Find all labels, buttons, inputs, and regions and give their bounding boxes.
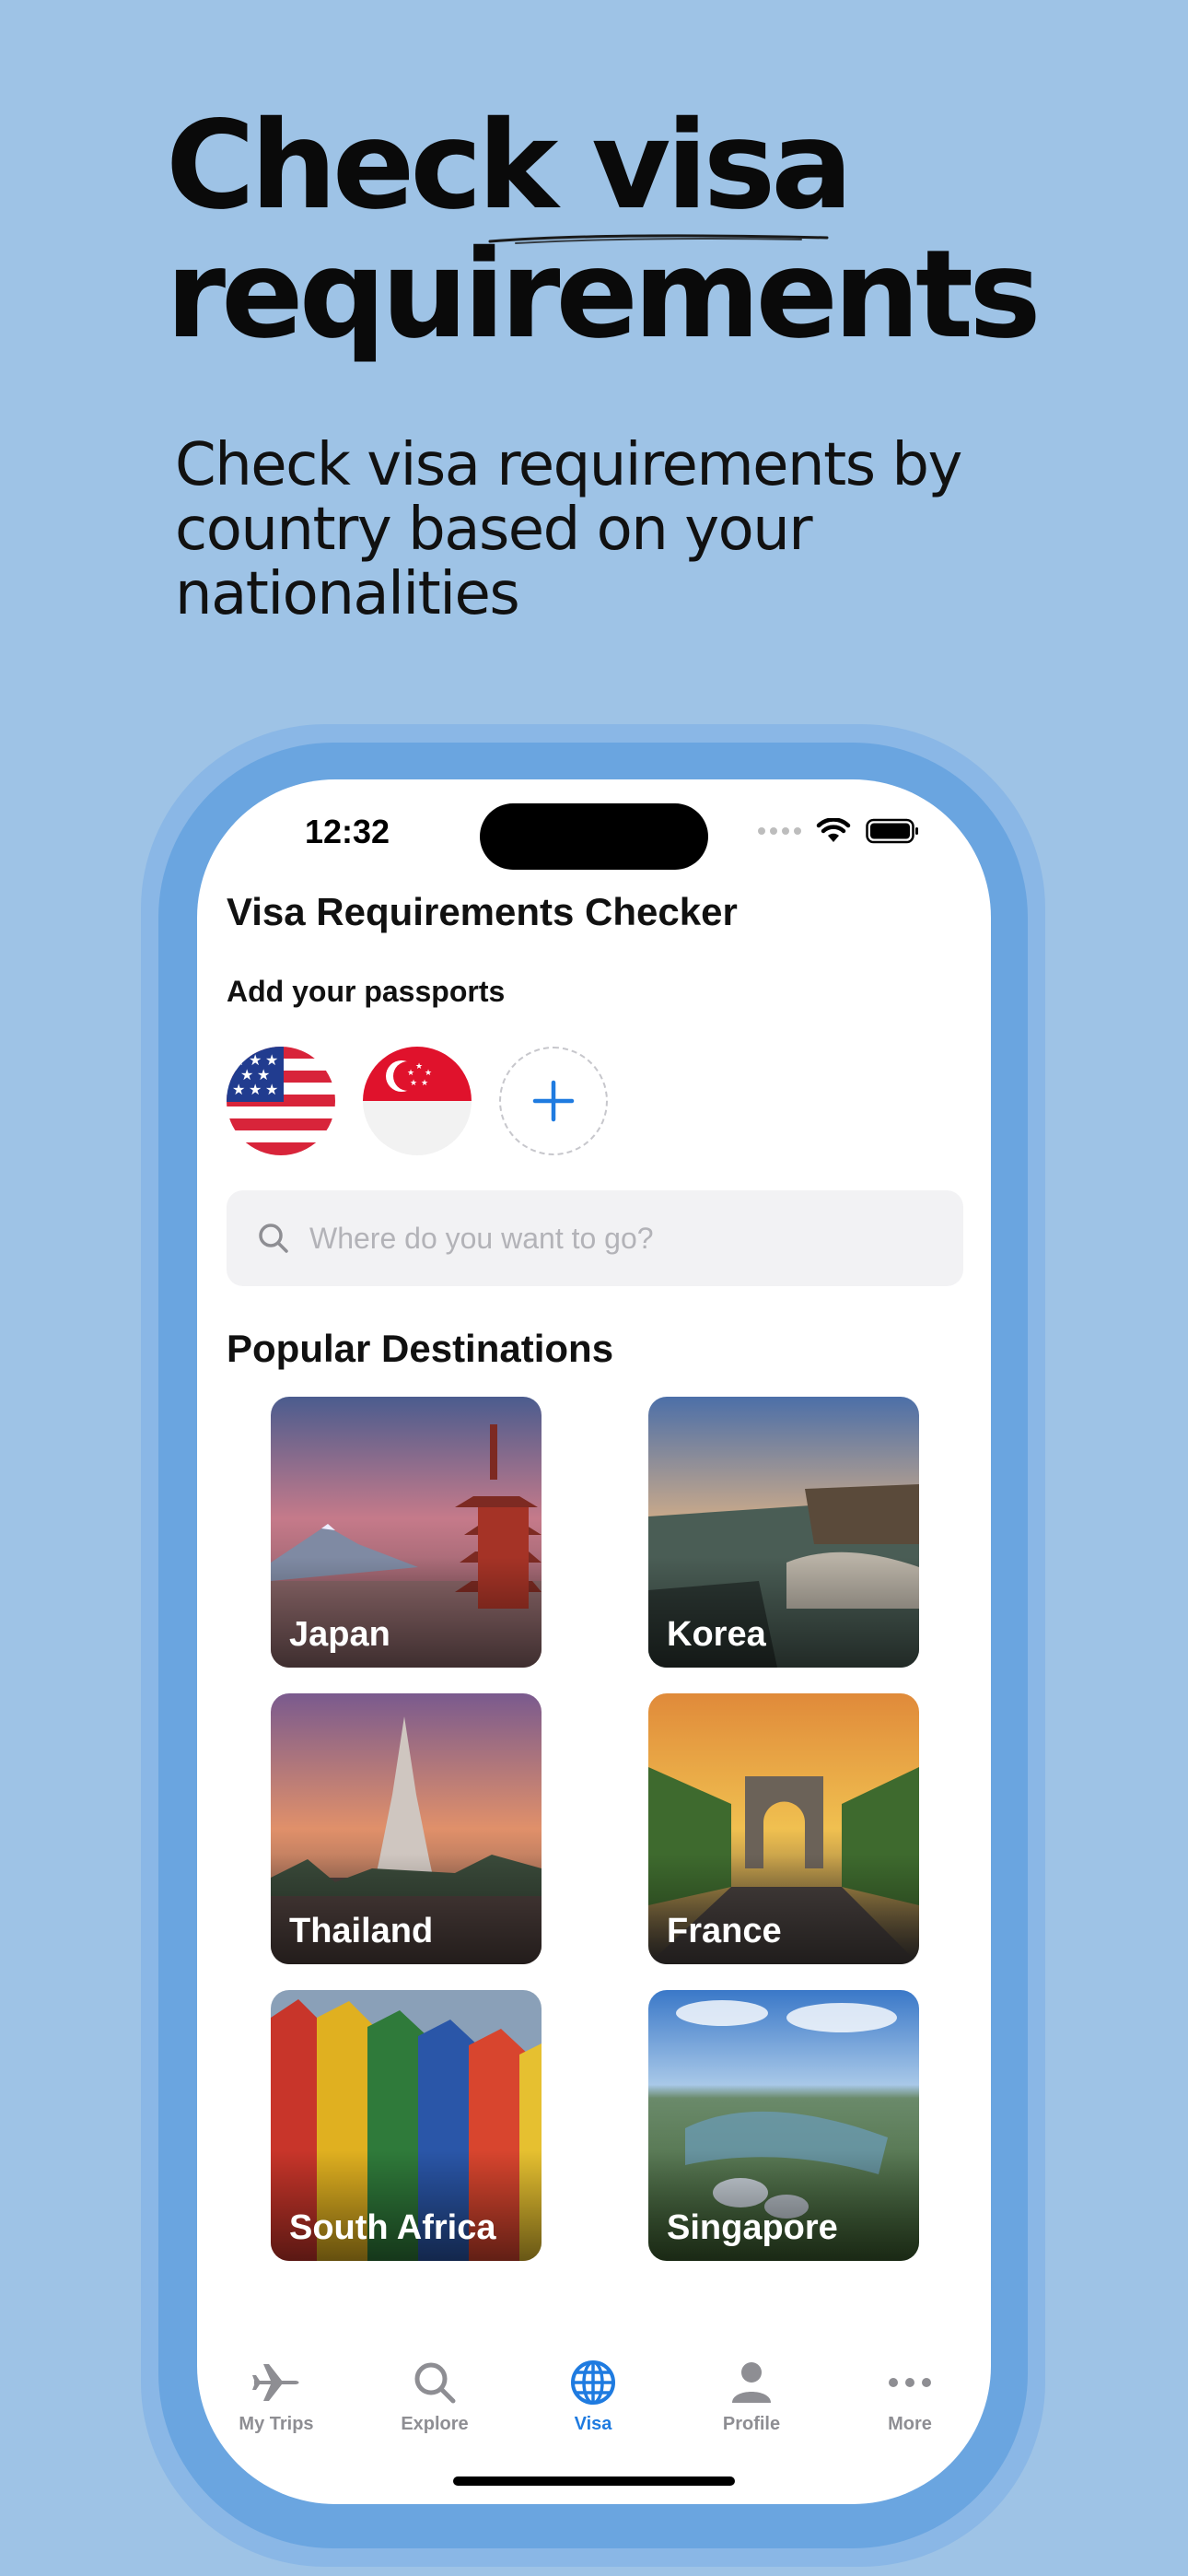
hero-title-line1: Check visa xyxy=(166,95,853,237)
destination-label: Thailand xyxy=(289,1912,434,1950)
search-icon xyxy=(259,1224,288,1253)
home-indicator xyxy=(453,2476,735,2486)
tab-bar: My Trips Explore Visa Profile More xyxy=(197,2357,991,2458)
wifi-icon xyxy=(816,818,851,842)
us-flag-icon: ★ ★ ★ ★ ★ ★ ★ ★ xyxy=(227,1047,335,1155)
singapore-flag-icon: ★★★ ★★ xyxy=(363,1047,472,1155)
airplane-icon xyxy=(252,2364,299,2401)
svg-text:★: ★ xyxy=(410,1079,417,1088)
destination-label: France xyxy=(667,1912,782,1950)
tab-label: Explore xyxy=(401,2414,469,2434)
passport-singapore[interactable]: ★ ★ ★ ★ ★ xyxy=(363,1047,472,1155)
search-icon xyxy=(414,2362,456,2404)
globe-icon xyxy=(571,2360,615,2405)
tab-my-trips[interactable]: My Trips xyxy=(197,2357,355,2435)
destination-card-france[interactable]: France xyxy=(648,1693,919,1964)
svg-text:★: ★ xyxy=(425,1069,432,1078)
destination-card-japan[interactable]: Japan xyxy=(271,1397,542,1668)
svg-text:★: ★ xyxy=(407,1069,414,1078)
app-title: Visa Requirements Checker xyxy=(227,890,738,933)
battery-icon xyxy=(866,818,918,844)
svg-text:★: ★ xyxy=(265,1081,278,1098)
person-icon xyxy=(732,2362,771,2403)
svg-text:★: ★ xyxy=(415,1062,423,1071)
passport-us[interactable]: ★ ★ ★ ★ ★ ★ ★ ★ xyxy=(227,1047,335,1155)
cellular-signal-icon xyxy=(758,827,801,835)
dynamic-island xyxy=(480,803,708,870)
destination-card-south-africa[interactable]: South Africa xyxy=(271,1990,542,2261)
tab-explore[interactable]: Explore xyxy=(355,2357,514,2435)
passports-label: Add your passports xyxy=(227,975,506,1008)
hero-subtitle: Check visa requirements by country based… xyxy=(175,431,962,628)
tab-more[interactable]: More xyxy=(831,2357,989,2435)
tab-label: My Trips xyxy=(239,2414,314,2434)
tab-label: Profile xyxy=(722,2414,781,2434)
svg-text:★: ★ xyxy=(249,1081,262,1098)
destination-label: Singapore xyxy=(667,2208,838,2247)
passports-row: ★ ★ ★ ★ ★ ★ ★ ★ ★ ★ ★ ★ ★ xyxy=(227,1047,608,1155)
tab-label: More xyxy=(888,2414,932,2434)
status-time: 12:32 xyxy=(305,813,390,850)
svg-text:★: ★ xyxy=(421,1079,428,1088)
status-icons xyxy=(758,818,919,844)
destination-card-korea[interactable]: Korea xyxy=(648,1397,919,1668)
destination-label: Korea xyxy=(667,1615,766,1654)
tab-label: Visa xyxy=(574,2414,612,2434)
destination-label: Japan xyxy=(289,1615,390,1654)
phone-screen: 12:32 Visa Requirements Checker Add your… xyxy=(197,779,991,2504)
tab-profile[interactable]: Profile xyxy=(672,2357,831,2435)
plus-icon xyxy=(532,1080,575,1122)
search-input[interactable] xyxy=(309,1221,936,1256)
search-bar[interactable] xyxy=(227,1190,963,1286)
svg-text:★: ★ xyxy=(232,1081,245,1098)
scribble-underline-icon xyxy=(488,234,829,244)
destination-label: South Africa xyxy=(289,2208,496,2247)
popular-destinations-title: Popular Destinations xyxy=(227,1327,614,1370)
ellipsis-icon xyxy=(889,2378,931,2387)
destination-card-thailand[interactable]: Thailand xyxy=(271,1693,542,1964)
add-passport-button[interactable] xyxy=(499,1047,608,1155)
destination-card-singapore[interactable]: Singapore xyxy=(648,1990,919,2261)
tab-visa[interactable]: Visa xyxy=(514,2357,672,2435)
